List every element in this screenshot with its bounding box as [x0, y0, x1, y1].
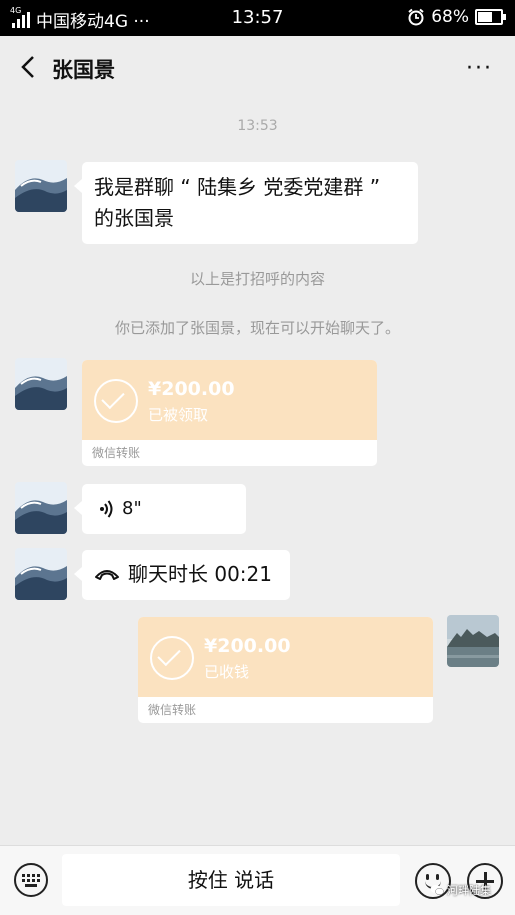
watermark: 河畔陆集	[430, 882, 491, 898]
watermark-text: 河畔陆集	[447, 884, 491, 897]
transfer-amount: ¥200.00	[148, 378, 235, 400]
chat-timestamp: 13:53	[237, 118, 278, 134]
transfer-amount: ¥200.00	[204, 635, 291, 657]
transfer-status: 已被领取	[148, 406, 209, 424]
transfer-sent-card[interactable]: ¥200.00 已收钱 微信转账	[138, 617, 433, 723]
alarm-icon	[408, 8, 424, 26]
wechat-logo-icon	[430, 885, 444, 896]
input-bar: 按住 说话	[0, 845, 515, 915]
chat-header: 张国景 ···	[0, 36, 515, 98]
hold-to-talk-button[interactable]: 按住 说话	[62, 854, 400, 906]
system-added-note: 你已添加了张国景，现在可以开始聊天了。	[114, 319, 400, 337]
back-arrow-icon[interactable]	[16, 54, 42, 80]
transfer-label: 微信转账	[92, 446, 141, 460]
battery-icon	[475, 9, 506, 25]
battery-text: 68%	[431, 7, 469, 27]
check-circle-icon	[94, 379, 138, 423]
greeting-line-1: 我是群聊 “ 陆集乡 党委党建群 ”	[94, 175, 381, 199]
keyboard-toggle-icon[interactable]	[14, 863, 48, 897]
transfer-label: 微信转账	[148, 703, 197, 717]
call-duration-text: 聊天时长 00:21	[128, 562, 272, 586]
transfer-top: ¥200.00 已被领取	[82, 360, 377, 440]
system-greeting-note: 以上是打招呼的内容	[189, 270, 325, 288]
chat-title: 张国景	[52, 58, 115, 82]
transfer-status: 已收钱	[204, 663, 250, 681]
more-options-button[interactable]: ···	[466, 56, 493, 81]
status-bar: 4G 中国移动4G ··· 13:57 68%	[0, 0, 515, 36]
my-avatar[interactable]	[447, 615, 499, 667]
greeting-bubble[interactable]: 我是群聊 “ 陆集乡 党委党建群 ” 的张国景	[74, 162, 418, 244]
voice-duration: 8"	[122, 498, 142, 519]
contact-avatar[interactable]	[15, 548, 67, 600]
contact-avatar[interactable]	[15, 358, 67, 410]
call-record-bubble[interactable]: 聊天时长 00:21	[74, 550, 290, 600]
transfer-received-card[interactable]: ¥200.00 已被领取 微信转账	[82, 360, 377, 466]
check-circle-icon	[150, 636, 194, 680]
phone-hangup-icon	[95, 570, 119, 580]
contact-avatar[interactable]	[15, 482, 67, 534]
voice-wave-icon	[100, 500, 113, 518]
voice-message-bubble[interactable]: 8"	[74, 484, 246, 534]
contact-avatar[interactable]	[15, 160, 67, 212]
transfer-top: ¥200.00 已收钱	[138, 617, 433, 697]
status-right: 68%	[407, 7, 506, 27]
greeting-line-2: 的张国景	[94, 206, 174, 230]
